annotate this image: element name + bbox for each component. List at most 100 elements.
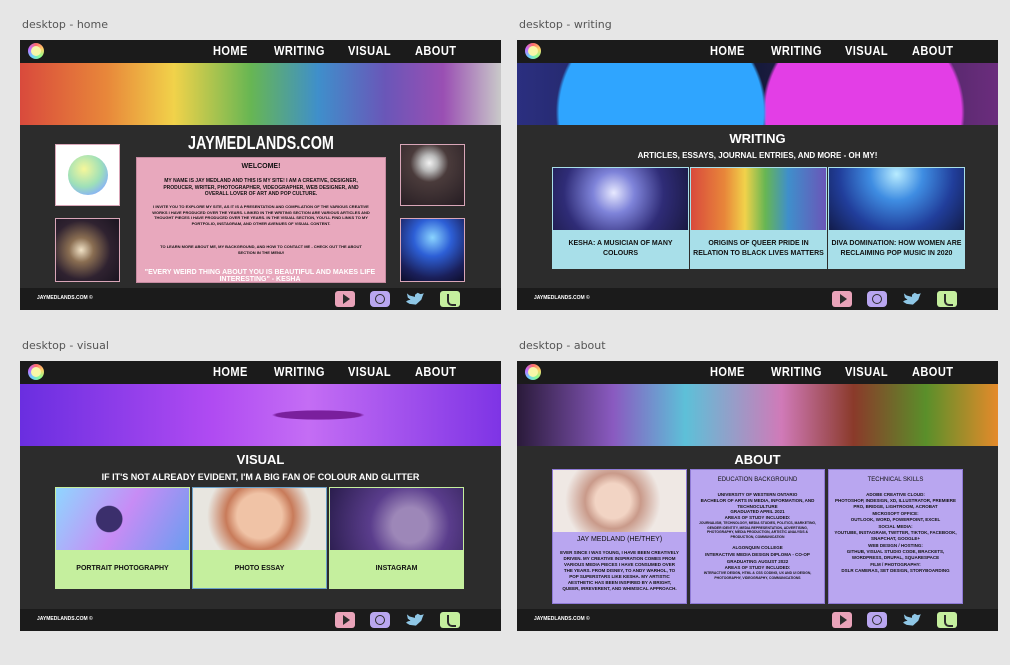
footer-copyright: JAYMEDLANDS.COM ©: [534, 616, 590, 622]
profile-photo: [553, 470, 686, 532]
education-line: GRADUATING AUGUST 2022: [726, 559, 789, 564]
footer-copyright: JAYMEDLANDS.COM ©: [37, 616, 93, 622]
nav-visual[interactable]: VISUAL: [348, 43, 391, 58]
instagram-icon[interactable]: [370, 291, 390, 307]
balloons-banner: [517, 63, 998, 125]
skills-line: OUTLOOK, WORD, POWERPOINT, EXCEL: [850, 517, 941, 522]
article-card[interactable]: DIVA DOMINATION: HOW WOMEN ARE RECLAIMIN…: [828, 167, 965, 269]
education-card: EDUCATION BACKGROUND UNIVERSITY OF WESTE…: [690, 469, 825, 604]
education-line: JOURNALISM, TECHNOLOGY, MEDIA STUDIES, P…: [698, 521, 817, 539]
youtube-icon[interactable]: [832, 291, 852, 307]
concert-photo-guitarist: [55, 218, 120, 282]
education-line: AREAS OF STUDY INCLUDED:: [724, 565, 791, 570]
profile-name: JAY MEDLAND (HE/THEY): [576, 536, 663, 543]
twitter-icon[interactable]: [902, 612, 922, 628]
skills-line: FILM / PHOTOGRAPHY:: [870, 562, 921, 567]
nav-visual[interactable]: VISUAL: [845, 364, 888, 379]
visual-card-title[interactable]: INSTAGRAM: [330, 550, 463, 588]
tiktok-icon[interactable]: [937, 291, 957, 307]
smiley-face-image: [55, 144, 120, 206]
footer: JAYMEDLANDS.COM ©: [517, 288, 998, 310]
tiktok-icon[interactable]: [440, 612, 460, 628]
nav-writing[interactable]: WRITING: [771, 364, 822, 379]
nav-about[interactable]: ABOUT: [415, 43, 456, 58]
article-image: [691, 168, 826, 230]
footer: JAYMEDLANDS.COM ©: [20, 609, 501, 631]
visual-card-title[interactable]: PORTRAIT PHOTOGRAPHY: [56, 550, 189, 588]
education-line: UNIVERSITY OF WESTERN ONTARIO: [717, 492, 798, 497]
education-line: INTERACTIVE MEDIA DESIGN DIPLOMA - CO-OP: [705, 552, 810, 557]
article-card[interactable]: KESHA: A MUSICIAN OF MANY COLOURS: [552, 167, 689, 269]
nav-home[interactable]: HOME: [710, 364, 745, 379]
nav-about[interactable]: ABOUT: [415, 364, 456, 379]
glitter-face-banner: [517, 384, 998, 446]
skills-line: ADOBE CREATIVE CLOUD:: [866, 492, 925, 497]
visual-subheading: IF IT'S NOT ALREADY EVIDENT, I'M A BIG F…: [101, 472, 420, 482]
about-frame: HOME WRITING VISUAL ABOUT ABOUT JAY MEDL…: [517, 361, 998, 631]
nav-writing[interactable]: WRITING: [274, 364, 325, 379]
nav-about[interactable]: ABOUT: [912, 364, 953, 379]
frame-label-visual: desktop - visual: [22, 339, 109, 352]
welcome-paragraph-3: TO LEARN MORE ABOUT ME, MY BACKGROUND, A…: [160, 244, 362, 255]
footer: JAYMEDLANDS.COM ©: [20, 288, 501, 310]
footer-copyright: JAYMEDLANDS.COM ©: [37, 295, 93, 301]
tiktok-icon[interactable]: [937, 612, 957, 628]
profile-bio: EVER SINCE I WAS YOUNG, I HAVE BEEN CREA…: [560, 550, 679, 591]
smiley-logo-icon[interactable]: [28, 364, 44, 380]
article-card[interactable]: ORIGINS OF QUEER PRIDE IN RELATION TO BL…: [690, 167, 827, 269]
skills-line: YOUTUBE, INSTAGRAM, TWITTER, TIKTOK, FAC…: [834, 530, 957, 541]
twitter-icon[interactable]: [902, 291, 922, 307]
smiley-logo-icon[interactable]: [28, 43, 44, 59]
tiktok-icon[interactable]: [440, 291, 460, 307]
writing-heading: WRITING: [729, 131, 786, 146]
visual-card[interactable]: INSTAGRAM: [329, 487, 464, 589]
rainbow-paint-banner: [20, 63, 501, 125]
skills-line: DSLR CAMERAS, SET DESIGN, STORYBOARDING: [841, 568, 950, 573]
nav-about[interactable]: ABOUT: [912, 43, 953, 58]
education-line: AREAS OF STUDY INCLUDED:: [724, 515, 791, 520]
instagram-icon[interactable]: [370, 612, 390, 628]
instagram-icon[interactable]: [867, 291, 887, 307]
visual-card-image: [56, 488, 189, 550]
youtube-icon[interactable]: [832, 612, 852, 628]
smiley-logo-icon[interactable]: [525, 43, 541, 59]
skills-card: TECHNICAL SKILLS ADOBE CREATIVE CLOUD: P…: [828, 469, 963, 604]
education-line: ALGONQUIN COLLEGE: [732, 545, 783, 550]
article-title[interactable]: KESHA: A MUSICIAN OF MANY COLOURS: [553, 230, 688, 268]
skills-heading: TECHNICAL SKILLS: [867, 477, 924, 483]
visual-card-image: [193, 488, 326, 550]
visual-card-title[interactable]: PHOTO ESSAY: [193, 550, 326, 588]
top-nav: HOME WRITING VISUAL ABOUT: [20, 40, 501, 63]
profile-card: JAY MEDLAND (HE/THEY) EVER SINCE I WAS Y…: [552, 469, 687, 604]
visual-card-image: [330, 488, 463, 550]
twitter-icon[interactable]: [405, 291, 425, 307]
moon-photo: [400, 144, 465, 206]
nav-home[interactable]: HOME: [710, 43, 745, 58]
skills-line: WEB DESIGN / HOSTING:: [868, 543, 923, 548]
kesha-quote: "EVERY WEIRD THING ABOUT YOU IS BEAUTIFU…: [144, 269, 376, 283]
youtube-icon[interactable]: [335, 612, 355, 628]
nav-home[interactable]: HOME: [213, 43, 248, 58]
visual-frame: HOME WRITING VISUAL ABOUT VISUAL IF IT'S…: [20, 361, 501, 631]
nav-writing[interactable]: WRITING: [771, 43, 822, 58]
home-frame: HOME WRITING VISUAL ABOUT WELCOME! MY NA…: [20, 40, 501, 310]
nav-visual[interactable]: VISUAL: [348, 364, 391, 379]
article-title[interactable]: DIVA DOMINATION: HOW WOMEN ARE RECLAIMIN…: [829, 230, 964, 268]
smiley-logo-icon[interactable]: [525, 364, 541, 380]
education-line: BACHELOR OF ARTS IN MEDIA, INFORMATION, …: [700, 498, 815, 509]
skills-line: MICROSOFT OFFICE:: [872, 511, 919, 516]
writing-frame: HOME WRITING VISUAL ABOUT WRITING ARTICL…: [517, 40, 998, 310]
nav-visual[interactable]: VISUAL: [845, 43, 888, 58]
instagram-icon[interactable]: [867, 612, 887, 628]
welcome-heading: WELCOME!: [241, 163, 281, 170]
top-nav: HOME WRITING VISUAL ABOUT: [517, 40, 998, 63]
nav-home[interactable]: HOME: [213, 364, 248, 379]
twitter-icon[interactable]: [405, 612, 425, 628]
article-image: [829, 168, 964, 230]
article-title[interactable]: ORIGINS OF QUEER PRIDE IN RELATION TO BL…: [691, 230, 826, 268]
youtube-icon[interactable]: [335, 291, 355, 307]
welcome-paragraph-1: MY NAME IS JAY MEDLAND AND THIS IS MY SI…: [163, 178, 359, 197]
visual-card[interactable]: PHOTO ESSAY: [192, 487, 327, 589]
nav-writing[interactable]: WRITING: [274, 43, 325, 58]
visual-card[interactable]: PORTRAIT PHOTOGRAPHY: [55, 487, 190, 589]
